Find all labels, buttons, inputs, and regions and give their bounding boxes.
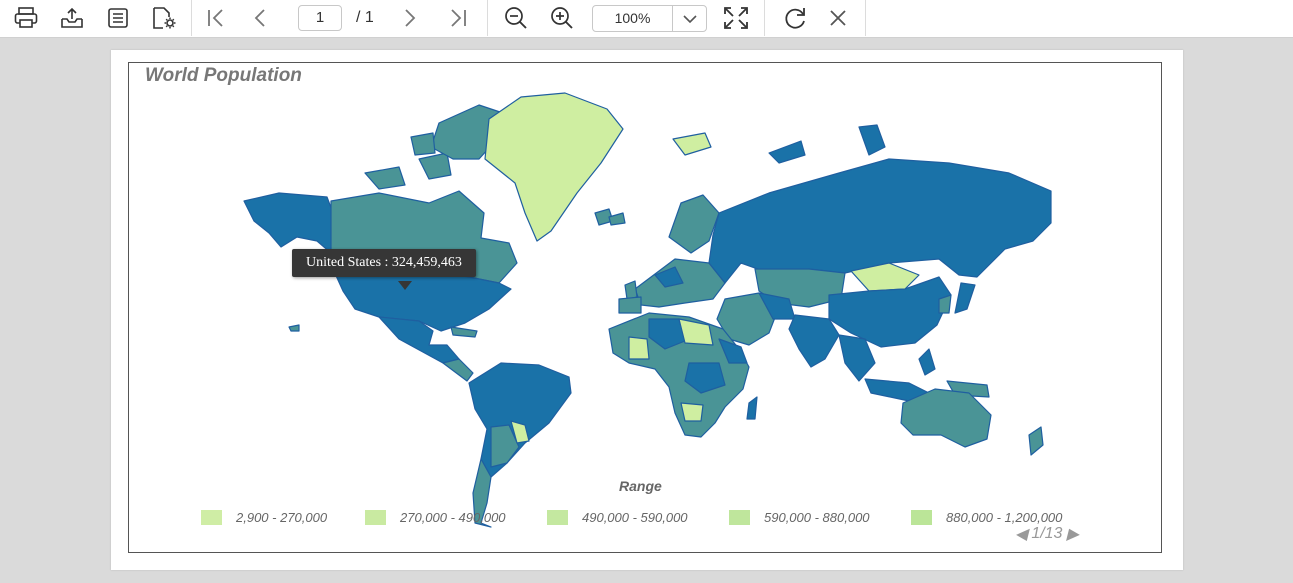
zoom-in-icon	[551, 7, 573, 29]
first-page-icon	[208, 9, 223, 27]
map-region	[288, 324, 300, 332]
print-button[interactable]	[10, 3, 42, 33]
document-map-button[interactable]	[102, 3, 134, 33]
close-button[interactable]	[822, 3, 854, 33]
viewer-toolbar: 1 / 1 100%	[0, 0, 1293, 38]
map-tooltip: United States : 324,459,463	[292, 249, 476, 277]
legend-label: 490,000 - 590,000	[582, 509, 688, 525]
page-settings-icon	[153, 7, 176, 29]
page-count: / 1	[356, 9, 374, 26]
map-region	[1028, 426, 1044, 456]
legend-swatch	[547, 509, 568, 525]
map-region	[624, 280, 638, 300]
map-region	[678, 318, 714, 346]
zoom-select[interactable]: 100%	[592, 5, 707, 32]
export-button[interactable]	[56, 3, 88, 33]
chevron-left-icon	[254, 9, 265, 27]
export-icon	[61, 7, 83, 28]
legend-item: 270,000 - 490,000	[365, 508, 506, 526]
map-region	[954, 282, 976, 314]
first-page-button[interactable]	[200, 3, 232, 33]
legend-item: 490,000 - 590,000	[547, 508, 688, 526]
close-icon	[830, 10, 846, 26]
legend-page-indicator: 1/13	[1031, 525, 1063, 542]
legend-swatch	[729, 509, 750, 525]
map-region	[900, 388, 992, 448]
map-region	[680, 402, 704, 422]
map-region	[618, 296, 642, 314]
print-icon	[14, 7, 38, 28]
map-region	[364, 166, 406, 190]
page-setup-button[interactable]	[148, 3, 180, 33]
fit-page-button[interactable]	[720, 3, 752, 33]
map-region	[442, 358, 474, 382]
zoom-out-button[interactable]	[500, 3, 532, 33]
legend-swatch	[911, 509, 932, 525]
legend-pager: ◀ 1/13 ▶	[1013, 524, 1081, 544]
zoom-value: 100%	[593, 6, 673, 31]
map-region	[858, 124, 886, 156]
last-page-button[interactable]	[442, 3, 474, 33]
map-region	[243, 192, 334, 254]
next-page-button[interactable]	[394, 3, 426, 33]
map-region	[672, 132, 712, 156]
map-region	[746, 396, 758, 420]
refresh-icon	[785, 8, 805, 29]
legend-label: 590,000 - 880,000	[764, 509, 870, 525]
zoom-out-icon	[505, 7, 527, 29]
map-region	[468, 362, 572, 478]
map-region	[918, 348, 936, 376]
report-page: World Population United States: 324,459…	[111, 50, 1183, 570]
zoom-in-button[interactable]	[546, 3, 578, 33]
fit-to-page-icon	[724, 7, 748, 29]
chevron-right-icon	[405, 9, 416, 27]
legend-swatch	[201, 509, 222, 525]
legend-item: 590,000 - 880,000	[729, 508, 870, 526]
legend-next-button[interactable]: ▶	[1066, 524, 1078, 544]
map-region	[788, 314, 840, 368]
legend-prev-button[interactable]: ◀	[1015, 524, 1027, 544]
map-region	[418, 152, 452, 180]
map-report-item: World Population United States: 324,459…	[128, 62, 1162, 553]
map-region	[628, 336, 650, 360]
legend-label: 2,900 - 270,000	[236, 509, 328, 525]
list-icon	[108, 8, 128, 28]
chevron-down-icon	[683, 14, 697, 23]
previous-page-button[interactable]	[244, 3, 276, 33]
legend-label: 270,000 - 490,000	[400, 509, 506, 525]
legend-title: Range	[619, 478, 662, 494]
legend-label: 880,000 - 1,200,000	[946, 509, 1063, 525]
legend-item: 2,900 - 270,000	[201, 508, 327, 526]
zoom-dropdown-button[interactable]	[673, 6, 707, 31]
refresh-button[interactable]	[779, 3, 811, 33]
page-number-input[interactable]: 1	[298, 5, 342, 31]
legend-swatch	[365, 509, 386, 525]
map-region	[768, 140, 806, 164]
map-region	[410, 132, 436, 156]
last-page-icon	[451, 9, 466, 27]
map-region	[450, 326, 478, 338]
tooltip-pointer	[398, 281, 412, 290]
